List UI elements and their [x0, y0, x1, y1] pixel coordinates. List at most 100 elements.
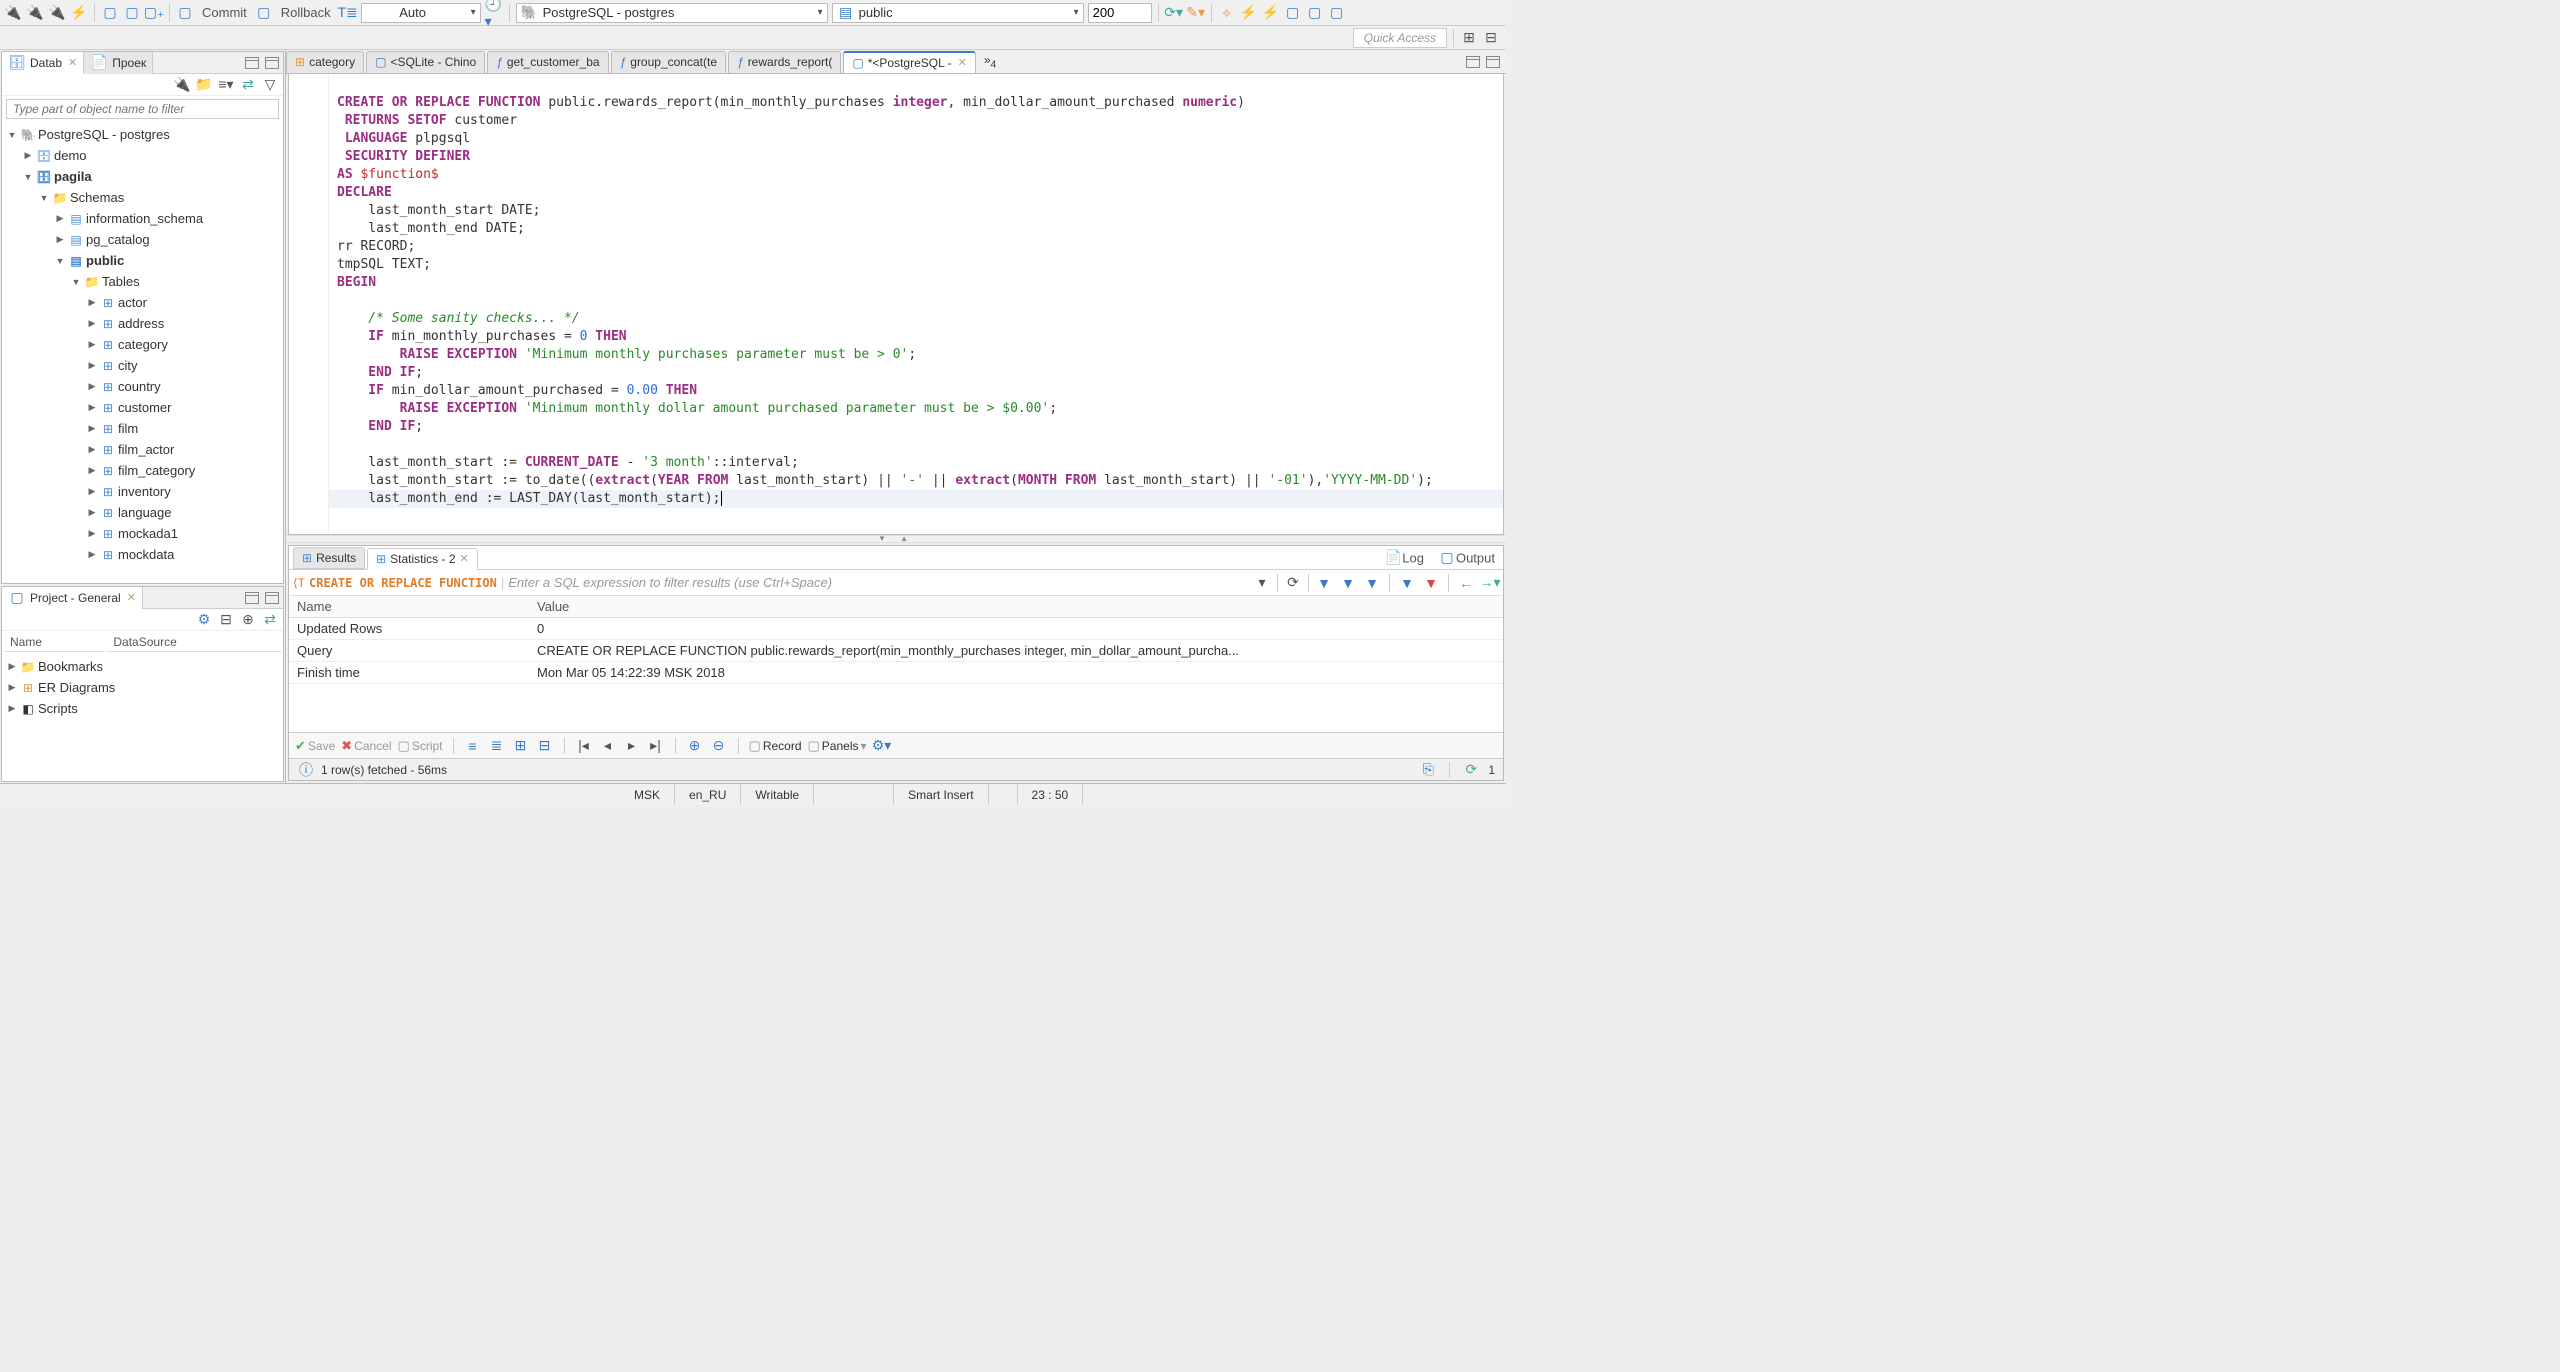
- gear-icon[interactable]: ⚙▾: [873, 737, 891, 755]
- etab-category[interactable]: ⊞category: [286, 51, 364, 73]
- perspective2-icon[interactable]: ⊟: [1482, 29, 1500, 47]
- sql-editor-icon[interactable]: ▢: [101, 4, 119, 22]
- tree-table-country[interactable]: ▶⊞country: [2, 376, 283, 397]
- link-icon[interactable]: ⇄: [261, 611, 279, 629]
- tree-er[interactable]: ▶⊞ER Diagrams: [2, 677, 283, 698]
- stop-icon[interactable]: ✎▾: [1187, 4, 1205, 22]
- nav-back-icon[interactable]: ←: [1457, 574, 1475, 592]
- refresh-results-icon[interactable]: ⟳: [1284, 574, 1302, 592]
- nav-link-icon[interactable]: ⇄: [239, 76, 257, 94]
- tree-table-mockada1[interactable]: ▶⊞mockada1: [2, 523, 283, 544]
- sql-editor[interactable]: CREATE OR REPLACE FUNCTION public.reward…: [288, 74, 1504, 535]
- edit3-icon[interactable]: ⊞: [512, 737, 530, 755]
- connect3-icon[interactable]: 🔌: [48, 4, 66, 22]
- cancel-button[interactable]: ✖Cancel: [341, 738, 391, 754]
- tree-table-category[interactable]: ▶⊞category: [2, 334, 283, 355]
- prev-icon[interactable]: ◂: [599, 737, 617, 755]
- filter3-icon[interactable]: ▼: [1363, 574, 1381, 592]
- import-icon[interactable]: ▢: [1284, 4, 1302, 22]
- last-icon[interactable]: ▸|: [647, 737, 665, 755]
- nav-connect-icon[interactable]: 🔌: [173, 76, 191, 94]
- tree-info-schema[interactable]: ▶▤information_schema: [2, 208, 283, 229]
- schema-select[interactable]: ▤ public: [832, 3, 1084, 23]
- first-icon[interactable]: |◂: [575, 737, 593, 755]
- delrow-icon[interactable]: ⊖: [710, 737, 728, 755]
- tab-project[interactable]: ▢ Project - General ✕: [2, 587, 143, 609]
- gear-icon[interactable]: ⚙: [195, 611, 213, 629]
- connect-icon[interactable]: 🔌: [4, 4, 22, 22]
- filter4-icon[interactable]: ▼: [1398, 574, 1416, 592]
- edit2-icon[interactable]: ≣: [488, 737, 506, 755]
- edit1-icon[interactable]: ≡: [464, 737, 482, 755]
- tree-filter-input[interactable]: [6, 99, 279, 119]
- tree-scripts[interactable]: ▶◧Scripts: [2, 698, 283, 719]
- limit-input[interactable]: [1088, 3, 1152, 23]
- filter2-icon[interactable]: ▼: [1339, 574, 1357, 592]
- maximize-icon[interactable]: [1486, 56, 1500, 68]
- next-icon[interactable]: ▸: [623, 737, 641, 755]
- bolt2-icon[interactable]: ⚡: [1240, 4, 1258, 22]
- record-button[interactable]: ▢Record: [749, 738, 802, 754]
- commit-icon[interactable]: ▢: [176, 4, 194, 22]
- addrow-icon[interactable]: ⊕: [686, 737, 704, 755]
- sql-run-icon[interactable]: ▢: [123, 4, 141, 22]
- tree-table-address[interactable]: ▶⊞address: [2, 313, 283, 334]
- tree-bookmarks[interactable]: ▶📁Bookmarks: [2, 656, 283, 677]
- etab-groupconcat[interactable]: ƒgroup_concat(te: [611, 51, 726, 73]
- close-icon[interactable]: ✕: [460, 552, 469, 565]
- output-button[interactable]: ▢Output: [1434, 549, 1499, 567]
- filter-placeholder[interactable]: Enter a SQL expression to filter results…: [508, 575, 1249, 590]
- tree-pg-catalog[interactable]: ▶▤pg_catalog: [2, 229, 283, 250]
- sql-new-icon[interactable]: ▢₊: [145, 4, 163, 22]
- tree-table-mockdata[interactable]: ▶⊞mockdata: [2, 544, 283, 565]
- table-row[interactable]: Updated Rows0: [289, 618, 1503, 640]
- sash-handle[interactable]: [286, 535, 1506, 543]
- filter-off-icon[interactable]: ▼: [1422, 574, 1440, 592]
- etab-sqlite[interactable]: ▢<SQLite - Chino: [366, 51, 485, 73]
- table-row[interactable]: QueryCREATE OR REPLACE FUNCTION public.r…: [289, 640, 1503, 662]
- tab-overflow[interactable]: »4: [978, 53, 1002, 70]
- etab-rewards[interactable]: ƒrewards_report(: [728, 51, 841, 73]
- tree-table-language[interactable]: ▶⊞language: [2, 502, 283, 523]
- quick-access-input[interactable]: Quick Access: [1353, 28, 1447, 48]
- script-button[interactable]: ▢Script: [398, 738, 443, 754]
- dropdown-icon[interactable]: ▾: [1253, 574, 1271, 592]
- nav-fwd-icon[interactable]: →▾: [1481, 574, 1499, 592]
- close-icon[interactable]: ✕: [127, 591, 136, 604]
- refresh-icon[interactable]: ⟳▾: [1165, 4, 1183, 22]
- minimize-icon[interactable]: [245, 57, 259, 69]
- rtab-results[interactable]: ⊞Results: [293, 547, 365, 569]
- rollback-icon[interactable]: ▢: [255, 4, 273, 22]
- tree-table-actor[interactable]: ▶⊞actor: [2, 292, 283, 313]
- tree-public[interactable]: ▼▤public: [2, 250, 283, 271]
- add-icon[interactable]: ⊕: [239, 611, 257, 629]
- tree-table-film-category[interactable]: ▶⊞film_category: [2, 460, 283, 481]
- tx-icon[interactable]: T≣: [339, 4, 357, 22]
- connect2-icon[interactable]: 🔌: [26, 4, 44, 22]
- import2-icon[interactable]: ▢: [1306, 4, 1324, 22]
- nav-folder-icon[interactable]: 📁: [195, 76, 213, 94]
- history-icon[interactable]: 🕘▾: [485, 4, 503, 22]
- log-button[interactable]: 📄Log: [1380, 549, 1428, 567]
- tree-table-film[interactable]: ▶⊞film: [2, 418, 283, 439]
- edit4-icon[interactable]: ⊟: [536, 737, 554, 755]
- tree-table-film-actor[interactable]: ▶⊞film_actor: [2, 439, 283, 460]
- minimize-icon[interactable]: [245, 592, 259, 604]
- export-icon[interactable]: ⎘: [1419, 761, 1437, 779]
- connection-select[interactable]: 🐘 PostgreSQL - postgres: [516, 3, 828, 23]
- refresh2-icon[interactable]: ⟳: [1462, 761, 1480, 779]
- close-icon[interactable]: ✕: [958, 56, 967, 69]
- bolt1-icon[interactable]: ⟡: [1218, 4, 1236, 22]
- bolt3-icon[interactable]: ⚡: [1262, 4, 1280, 22]
- tree-schemas[interactable]: ▼📁Schemas: [2, 187, 283, 208]
- perspective1-icon[interactable]: ⊞: [1460, 29, 1478, 47]
- maximize-icon[interactable]: [265, 592, 279, 604]
- table-row[interactable]: Finish timeMon Mar 05 14:22:39 MSK 2018: [289, 662, 1503, 684]
- rtab-stats[interactable]: ⊞Statistics - 2✕: [367, 548, 478, 570]
- tree-tables[interactable]: ▼📁Tables: [2, 271, 283, 292]
- filter1-icon[interactable]: ▼: [1315, 574, 1333, 592]
- save-button[interactable]: ✔Save: [295, 738, 335, 754]
- minimize-icon[interactable]: [1466, 56, 1480, 68]
- collapse-icon[interactable]: ⊟: [217, 611, 235, 629]
- tab-projects[interactable]: 📄 Проек: [84, 52, 153, 74]
